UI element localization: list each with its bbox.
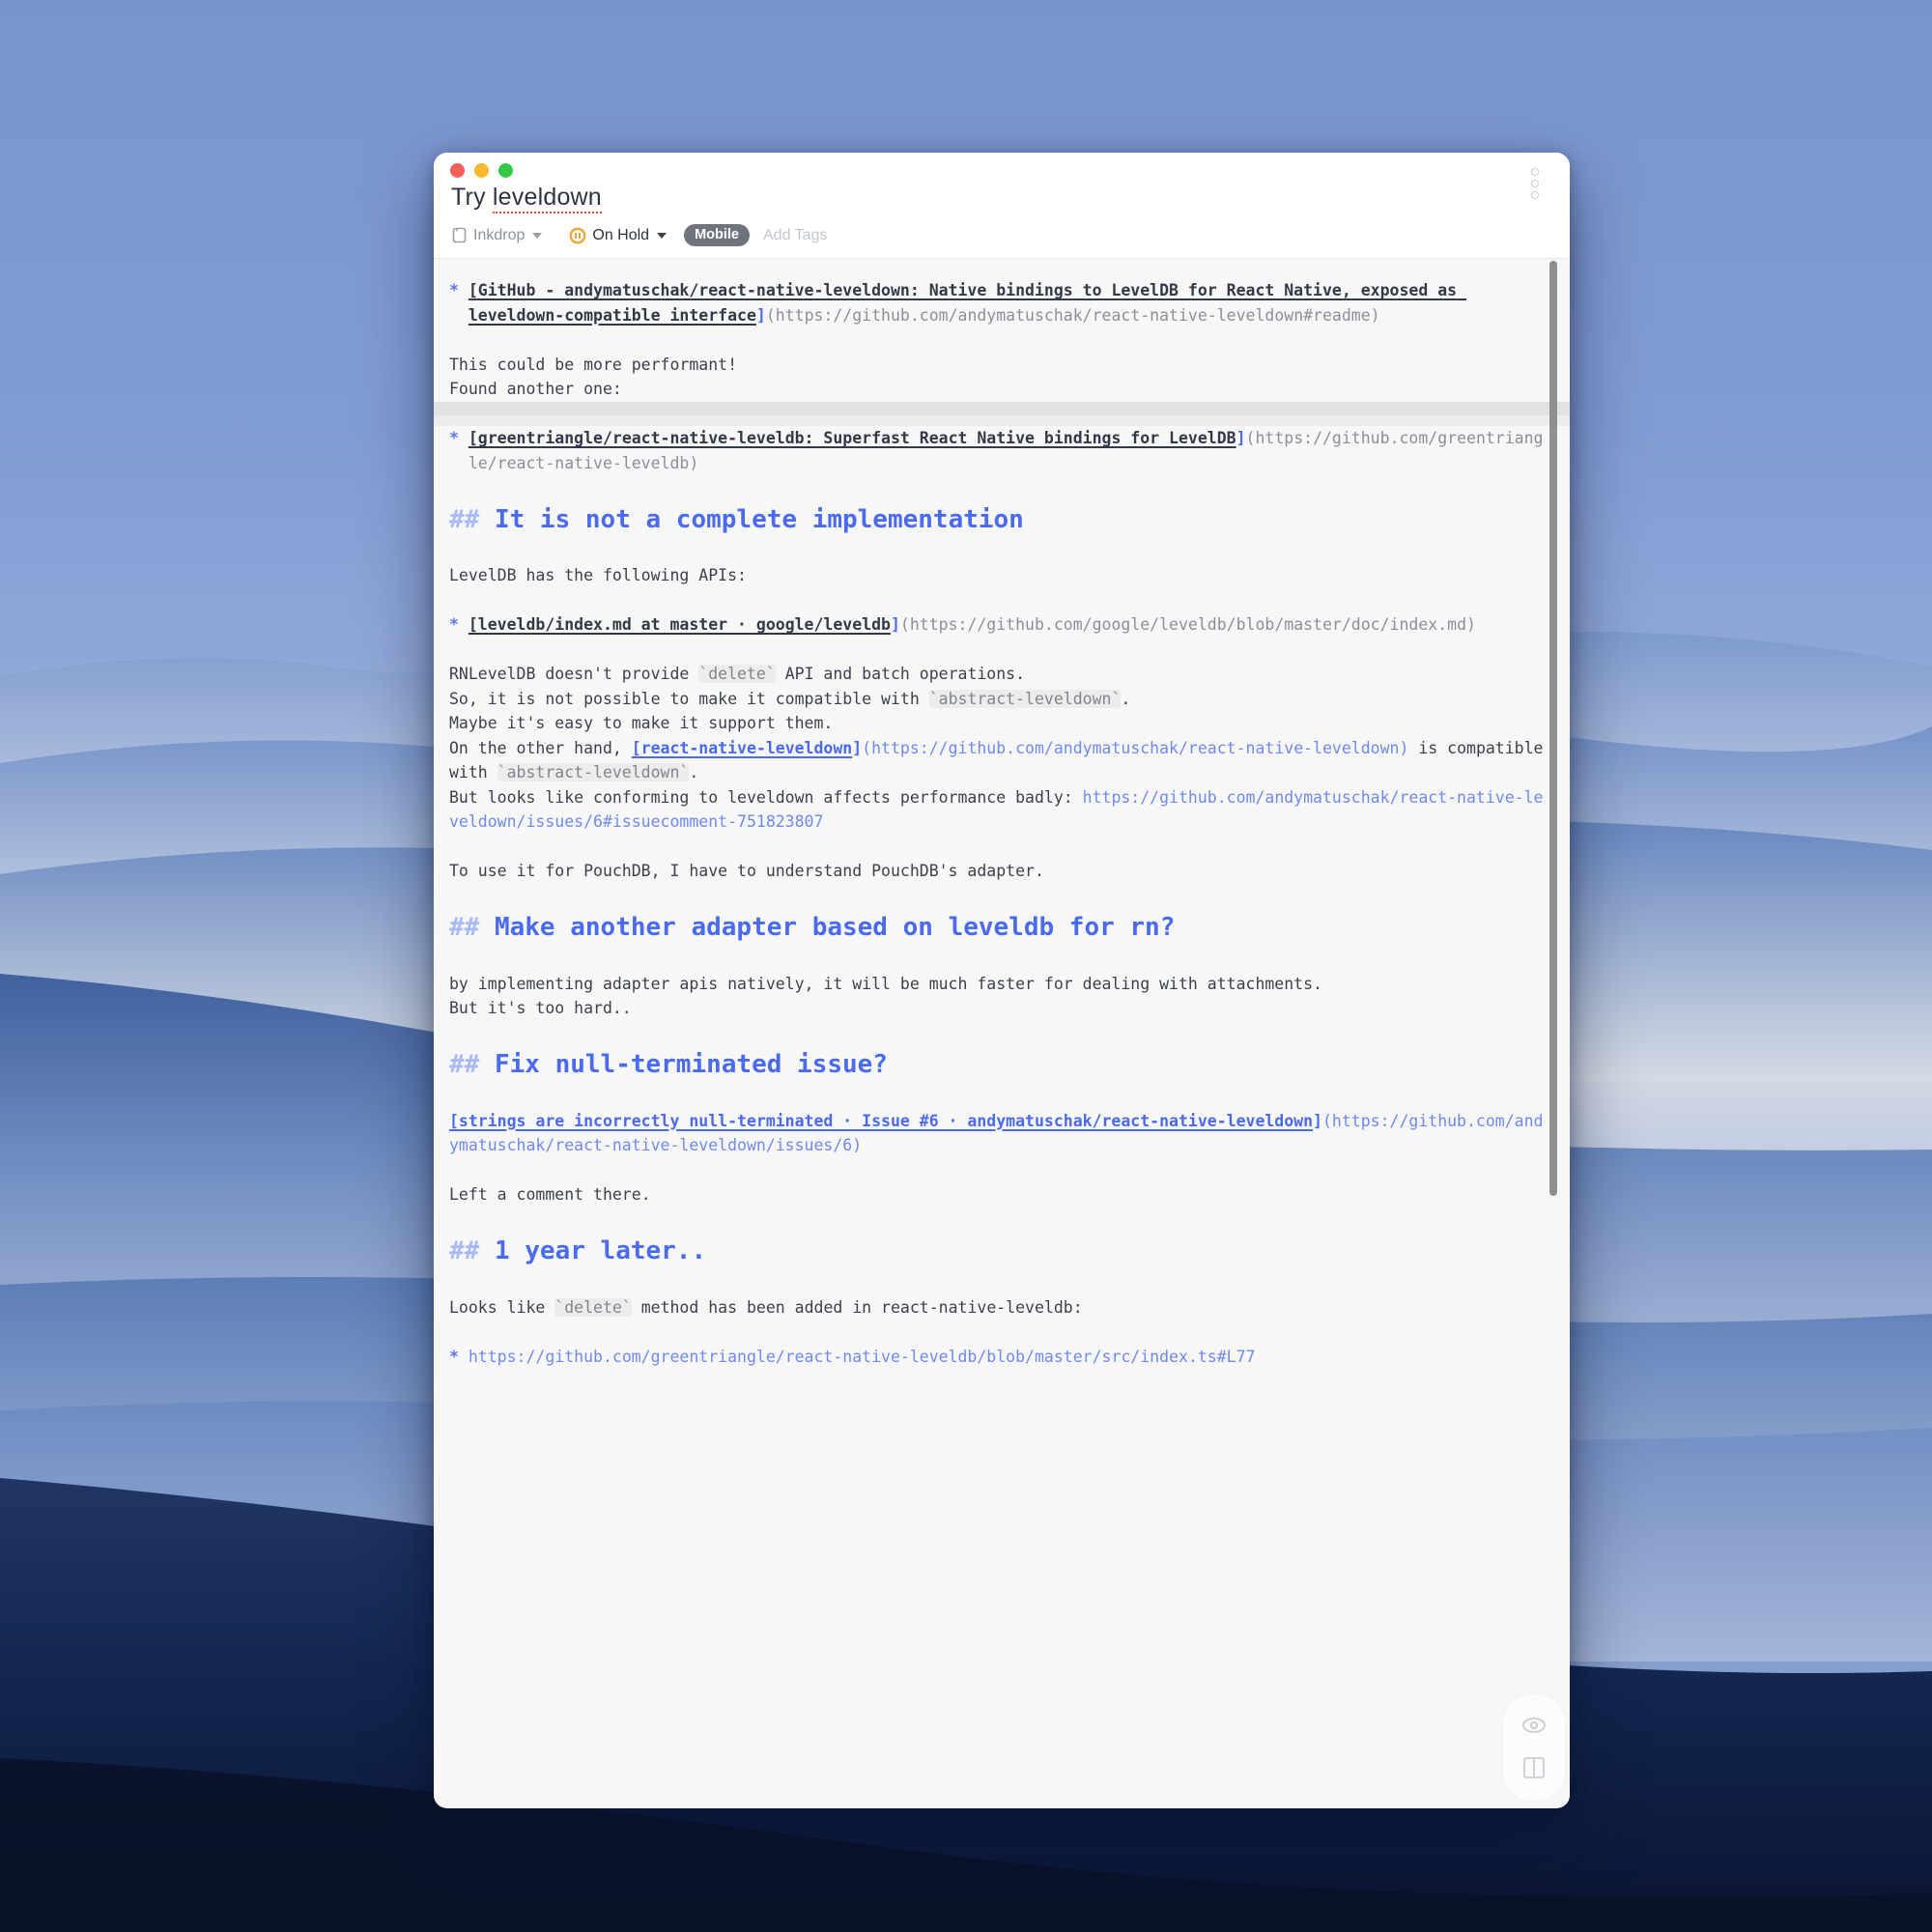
editor-line[interactable] — [449, 1021, 1547, 1046]
editor-line[interactable]: * https://github.com/greentriangle/react… — [449, 1345, 1547, 1370]
status-label: On Hold — [592, 226, 650, 243]
editor-line[interactable]: LevelDB has the following APIs: — [449, 563, 1547, 588]
editor-heading-line[interactable]: ## Make another adapter based on leveldb… — [449, 908, 1547, 947]
editor-view-toggle-group — [1502, 1693, 1566, 1802]
close-window-button[interactable] — [450, 163, 465, 178]
minimize-window-button[interactable] — [474, 163, 489, 178]
editor-line[interactable] — [449, 539, 1547, 564]
editor-line[interactable] — [449, 884, 1547, 909]
editor-line[interactable]: with `abstract-leveldown`. — [449, 760, 1547, 785]
status-selector[interactable]: On Hold — [569, 226, 668, 244]
editor-line[interactable]: Maybe it's easy to make it support them. — [449, 711, 1547, 736]
editor-line[interactable] — [449, 835, 1547, 860]
editor-line[interactable]: Left a comment there. — [449, 1182, 1547, 1208]
add-tags-input[interactable]: Add Tags — [763, 227, 827, 244]
editor-line[interactable]: le/react-native-leveldb) — [449, 451, 1547, 476]
split-pane-icon[interactable] — [1522, 1756, 1546, 1779]
editor-line[interactable]: [strings are incorrectly null-terminated… — [449, 1109, 1547, 1134]
editor-scrollbar-thumb[interactable] — [1549, 261, 1557, 1196]
preview-eye-icon[interactable] — [1520, 1716, 1548, 1735]
chevron-down-icon — [657, 232, 668, 239]
notebook-selector[interactable]: Inkdrop — [451, 226, 543, 244]
editor-line[interactable]: by implementing adapter apis natively, i… — [449, 972, 1547, 997]
editor-line[interactable] — [449, 475, 1547, 500]
editor-line[interactable]: But looks like conforming to leveldown a… — [449, 785, 1547, 810]
editor-line[interactable]: * [GitHub - andymatuschak/react-native-l… — [449, 278, 1547, 303]
editor-line[interactable]: leveldown-compatible interface](https://… — [449, 303, 1547, 328]
on-hold-pause-icon — [569, 227, 586, 243]
editor-line[interactable]: To use it for PouchDB, I have to underst… — [449, 859, 1547, 884]
editor-line[interactable]: Found another one: — [449, 377, 1547, 402]
traffic-lights — [450, 163, 513, 178]
chevron-down-icon — [532, 232, 543, 239]
editor-line[interactable] — [449, 327, 1547, 353]
editor-heading-line[interactable]: ## It is not a complete implementation — [449, 500, 1547, 539]
editor-line[interactable]: * [leveldb/index.md at master · google/l… — [449, 612, 1547, 638]
editor-line[interactable] — [449, 1084, 1547, 1109]
zoom-window-button[interactable] — [498, 163, 513, 178]
editor-line[interactable] — [449, 1208, 1547, 1233]
tag-badge-mobile[interactable]: Mobile — [684, 224, 750, 246]
editor-heading-line[interactable]: ## 1 year later.. — [449, 1232, 1547, 1270]
editor-line[interactable] — [449, 588, 1547, 613]
editor-line[interactable] — [449, 1270, 1547, 1295]
editor-line[interactable] — [449, 1320, 1547, 1345]
note-title-prefix: Try — [451, 184, 493, 211]
editor-line[interactable]: * [greentriangle/react-native-leveldb: S… — [449, 426, 1547, 451]
markdown-editor[interactable]: * [GitHub - andymatuschak/react-native-l… — [434, 259, 1570, 1807]
editor-line[interactable]: Looks like `delete` method has been adde… — [449, 1295, 1547, 1321]
editor-line[interactable] — [449, 1158, 1547, 1183]
editor-line[interactable]: So, it is not possible to make it compat… — [449, 687, 1547, 712]
editor-line[interactable]: This could be more performant! — [449, 353, 1547, 378]
editor-heading-line[interactable]: ## Fix null-terminated issue? — [449, 1045, 1547, 1084]
note-title-misspelled-word: leveldown — [492, 184, 602, 213]
editor-line[interactable] — [449, 947, 1547, 972]
editor-line[interactable] — [449, 638, 1547, 663]
editor-active-line[interactable] — [434, 401, 1570, 426]
editor-line[interactable]: On the other hand, [react-native-leveldo… — [449, 736, 1547, 761]
notebook-icon — [452, 227, 467, 243]
editor-line[interactable]: veldown/issues/6#issuecomment-751823807 — [449, 810, 1547, 835]
note-title[interactable]: Try leveldown — [451, 184, 602, 213]
app-window: Try leveldown Inkdrop On Hold Mobile Add… — [434, 153, 1570, 1808]
editor-line[interactable]: ymatuschak/react-native-leveldown/issues… — [449, 1133, 1547, 1158]
note-menu-kebab-icon[interactable] — [1531, 168, 1539, 199]
window-header: Try leveldown Inkdrop On Hold Mobile Add… — [434, 153, 1570, 259]
note-toolbar: Inkdrop On Hold Mobile Add Tags — [451, 224, 827, 246]
editor-line[interactable]: RNLevelDB doesn't provide `delete` API a… — [449, 662, 1547, 687]
editor-line[interactable]: But it's too hard.. — [449, 996, 1547, 1021]
notebook-label: Inkdrop — [473, 226, 526, 243]
